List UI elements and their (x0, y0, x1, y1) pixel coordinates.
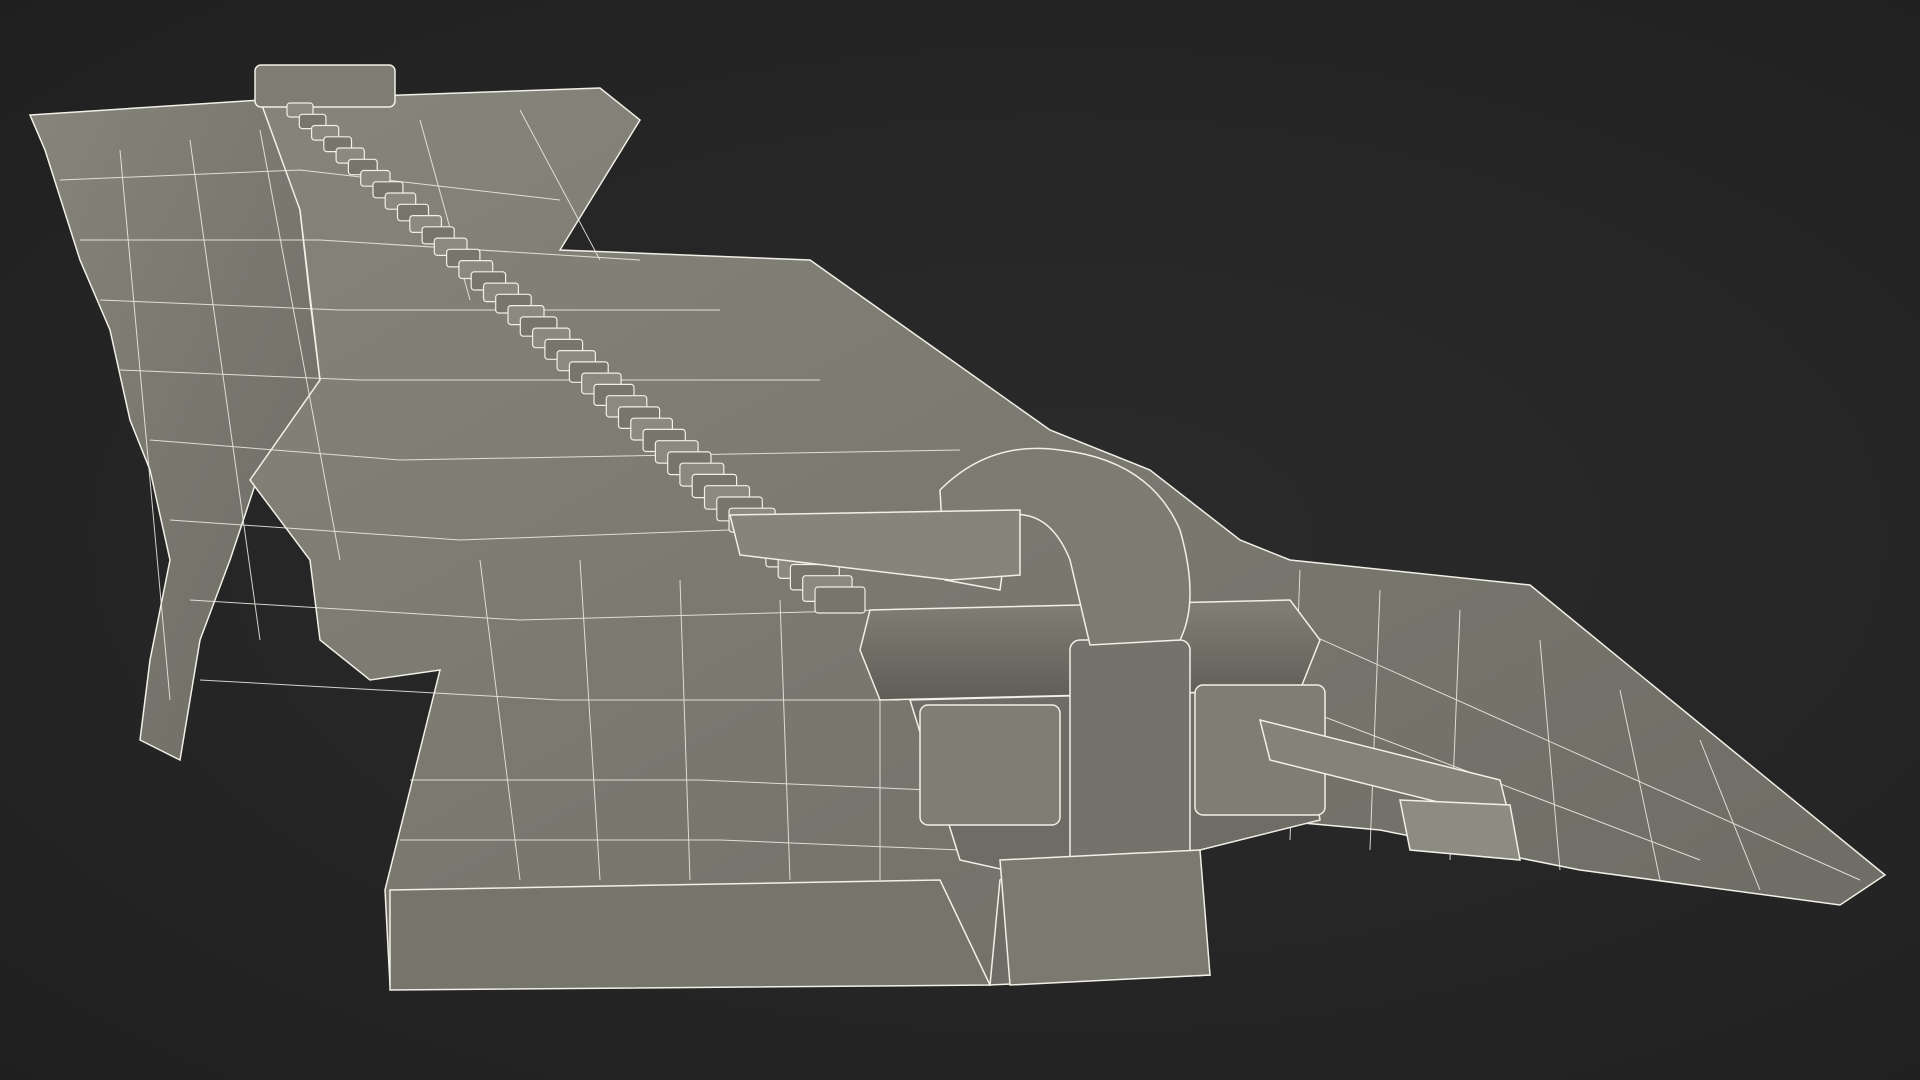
zipper-tape-bottom-edge (389, 879, 992, 991)
zipper-wireframe-render (28, 64, 1887, 991)
zipper-top-stop (254, 64, 396, 108)
slider-bottom-mount (999, 849, 1211, 986)
zipper-tooth (814, 586, 866, 614)
zipper-pin-tip (1399, 799, 1521, 861)
render-viewport (0, 0, 1920, 1080)
slider-front-block-left (919, 704, 1061, 826)
zipper-tape-left (28, 99, 321, 762)
